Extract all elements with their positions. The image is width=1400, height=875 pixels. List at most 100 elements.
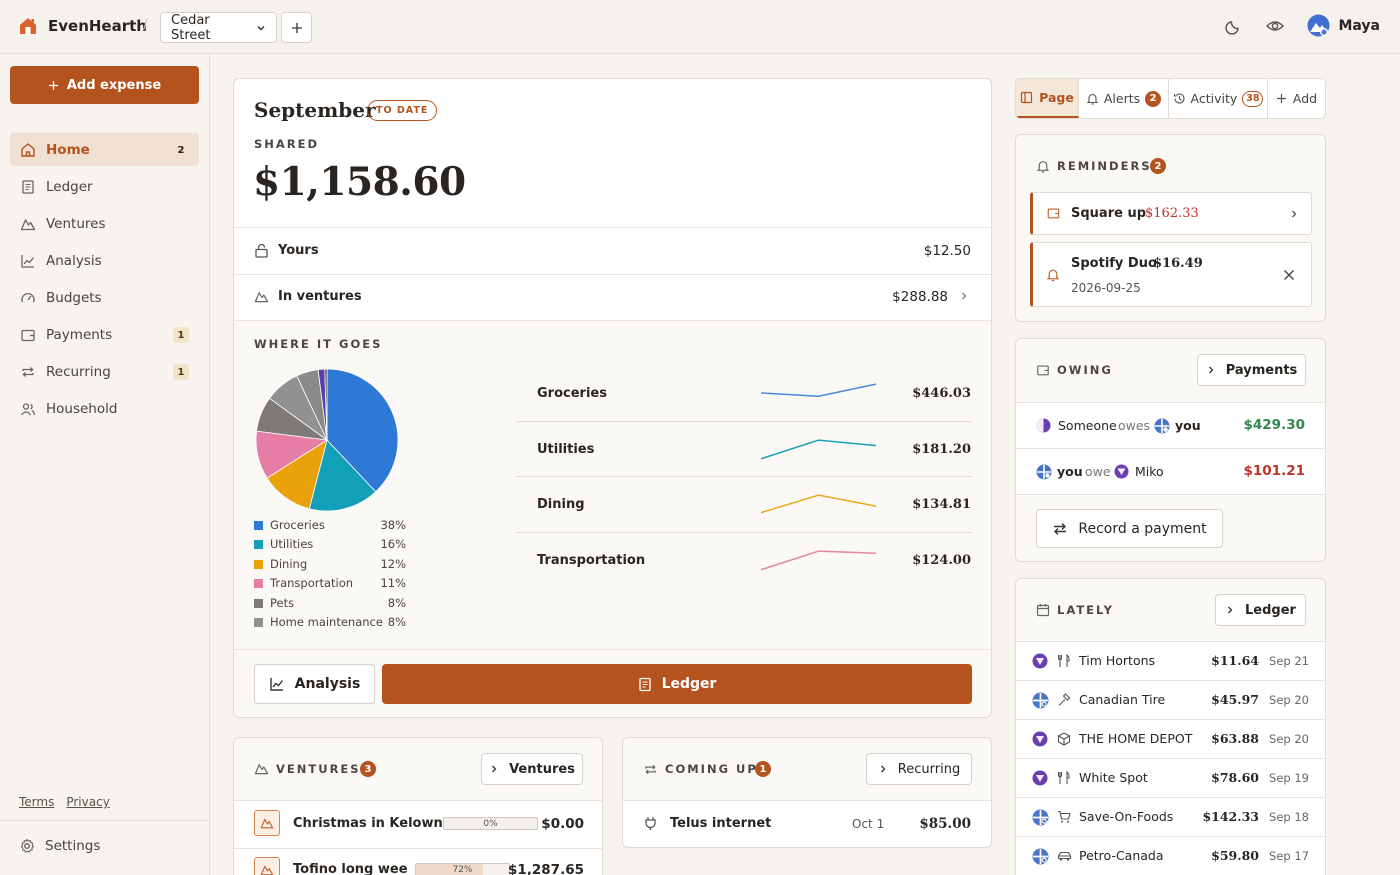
owing-amount-negative: $101.21 — [1243, 463, 1306, 479]
reminders-title: REMINDERS — [1057, 159, 1152, 173]
recurring-link-label: Recurring — [897, 761, 961, 777]
plug-icon — [644, 816, 657, 831]
sidebar-item-label: Recurring — [46, 363, 111, 380]
ventures-link-button[interactable]: Ventures — [481, 753, 583, 785]
top-bar: EvenHearth / Cedar Street Maya — [0, 0, 1400, 54]
trend-row[interactable]: Utilities $181.20 — [516, 422, 972, 477]
trend-sparkline — [761, 438, 877, 460]
lately-row[interactable]: Save-On-Foods $142.33 Sep 18 — [1016, 797, 1325, 836]
yours-row: Yours $12.50 — [234, 228, 991, 274]
sidebar-item-recurring[interactable]: Recurring 1 — [10, 355, 199, 388]
reminder-title: Square up — [1071, 206, 1147, 221]
reminder-amount: $16.49 — [1153, 256, 1203, 271]
lately-date: Sep 21 — [1269, 654, 1309, 668]
sparkline-path — [761, 383, 877, 397]
upcoming-row[interactable]: Telus internet Oct 1 $85.00 — [623, 801, 991, 847]
legend-label: Utilities — [270, 537, 314, 552]
settings-link[interactable]: Settings — [19, 838, 100, 854]
privacy-link[interactable]: Privacy — [66, 795, 109, 809]
venture-row[interactable]: Christmas in Kelowna 0% $0.00 — [234, 801, 602, 848]
lately-amount: $45.97 — [1211, 692, 1259, 707]
tab-activity[interactable]: Activity 38 — [1169, 79, 1268, 118]
legend-item: Utilities 16% — [254, 537, 406, 556]
user-menu[interactable]: Maya — [1307, 14, 1380, 37]
close-icon[interactable] — [1283, 269, 1295, 281]
trend-amount: $124.00 — [912, 552, 971, 568]
lately-row[interactable]: Tim Hortons $11.64 Sep 21 — [1016, 641, 1325, 680]
ventures-link-label: Ventures — [509, 761, 575, 777]
trend-row[interactable]: Groceries $446.03 — [516, 366, 972, 422]
reminder-item[interactable]: Square up $162.33 — [1030, 192, 1312, 235]
yours-amount: $12.50 — [923, 243, 971, 259]
lately-merchant: White Spot — [1079, 770, 1148, 785]
owing-row[interactable]: Someone owes you $429.30 — [1016, 403, 1325, 448]
venture-row[interactable]: Tofino long weeke 72% $1,287.65 — [234, 849, 602, 875]
recurring-link-button[interactable]: Recurring — [866, 753, 972, 785]
trend-label: Utilities — [537, 441, 595, 457]
trend-row[interactable]: Transportation $124.00 — [516, 533, 972, 589]
add-project-button[interactable] — [281, 12, 312, 43]
chevron-right-icon — [1206, 365, 1216, 375]
eye-icon[interactable] — [1265, 17, 1285, 35]
in-ventures-row[interactable]: In ventures $288.88 — [234, 275, 991, 320]
coming-up-count-badge: 1 — [755, 761, 771, 777]
chevron-down-icon — [256, 23, 266, 33]
repeat-icon — [20, 364, 36, 380]
add-expense-button[interactable]: Add expense — [10, 66, 199, 104]
sidebar-item-home[interactable]: Home 2 — [10, 133, 199, 166]
owing-row[interactable]: you owe Miko $101.21 — [1016, 449, 1325, 494]
lately-row[interactable]: Petro-Canada $59.80 Sep 17 — [1016, 836, 1325, 875]
ledger-icon — [20, 179, 36, 195]
legend-item: Pets 8% — [254, 596, 406, 615]
lately-row[interactable]: White Spot $78.60 Sep 19 — [1016, 758, 1325, 797]
record-payment-button[interactable]: Record a payment — [1036, 509, 1223, 548]
top-right-controls: Maya — [1225, 14, 1380, 37]
reminder-amount: $162.33 — [1145, 206, 1199, 221]
analysis-button-label: Analysis — [294, 676, 361, 692]
legend-item: Dining 12% — [254, 557, 406, 576]
tab-alerts[interactable]: Alerts 2 — [1079, 79, 1169, 118]
reminder-item[interactable]: Spotify Duo $16.49 2026-09-25 — [1030, 242, 1312, 307]
hammer-icon — [1057, 693, 1071, 707]
moon-icon[interactable] — [1225, 17, 1243, 35]
terms-link[interactable]: Terms — [19, 795, 54, 809]
legend-swatch — [254, 540, 263, 550]
chevron-right-icon — [1289, 209, 1299, 219]
lately-row[interactable]: Canadian Tire $45.97 Sep 20 — [1016, 680, 1325, 719]
project-selector[interactable]: Cedar Street — [160, 12, 277, 43]
legend-percent: 8% — [387, 595, 406, 610]
ledger-button[interactable]: Ledger — [382, 664, 972, 704]
brand[interactable]: EvenHearth — [18, 16, 147, 36]
house-logo-icon — [18, 16, 38, 36]
sidebar-item-household[interactable]: Household — [10, 392, 199, 425]
lately-merchant: Tim Hortons — [1079, 653, 1156, 668]
ledger-link-label: Ledger — [1245, 602, 1296, 618]
payments-link-button[interactable]: Payments — [1197, 354, 1306, 386]
calendar-icon — [1036, 603, 1050, 617]
sidebar-item-budgets[interactable]: Budgets — [10, 281, 199, 314]
nav-badge: 1 — [173, 327, 189, 343]
venture-progress-label: 72% — [452, 865, 473, 875]
trend-label: Groceries — [537, 386, 607, 401]
history-icon — [1173, 92, 1186, 105]
avatar-blue-icon — [1036, 464, 1052, 480]
lately-amount: $63.88 — [1211, 731, 1259, 746]
trend-row[interactable]: Dining $134.81 — [516, 477, 972, 533]
sidebar-item-payments[interactable]: Payments 1 — [10, 318, 199, 351]
trend-amount: $181.20 — [912, 441, 971, 457]
sidebar-item-ventures[interactable]: Ventures — [10, 207, 199, 240]
tab-page[interactable]: Page — [1016, 79, 1079, 118]
sidebar-item-label: Home — [46, 141, 90, 158]
lately-row[interactable]: THE HOME DEPOT $63.88 Sep 20 — [1016, 719, 1325, 758]
lately-date: Sep 18 — [1269, 810, 1309, 824]
legend-swatch — [254, 617, 263, 627]
coming-up-title: COMING UP — [665, 762, 758, 776]
reminders-card: REMINDERS 2 Square up $162.33 Spotify Du… — [1015, 134, 1326, 322]
tab-add[interactable]: Add — [1268, 79, 1325, 118]
sidebar-item-ledger[interactable]: Ledger — [10, 170, 199, 203]
sidebar-item-analysis[interactable]: Analysis — [10, 244, 199, 277]
swap-arrows-icon — [1052, 522, 1068, 536]
legend-label: Dining — [270, 556, 308, 571]
analysis-button[interactable]: Analysis — [254, 664, 375, 704]
ledger-link-button[interactable]: Ledger — [1215, 594, 1306, 626]
